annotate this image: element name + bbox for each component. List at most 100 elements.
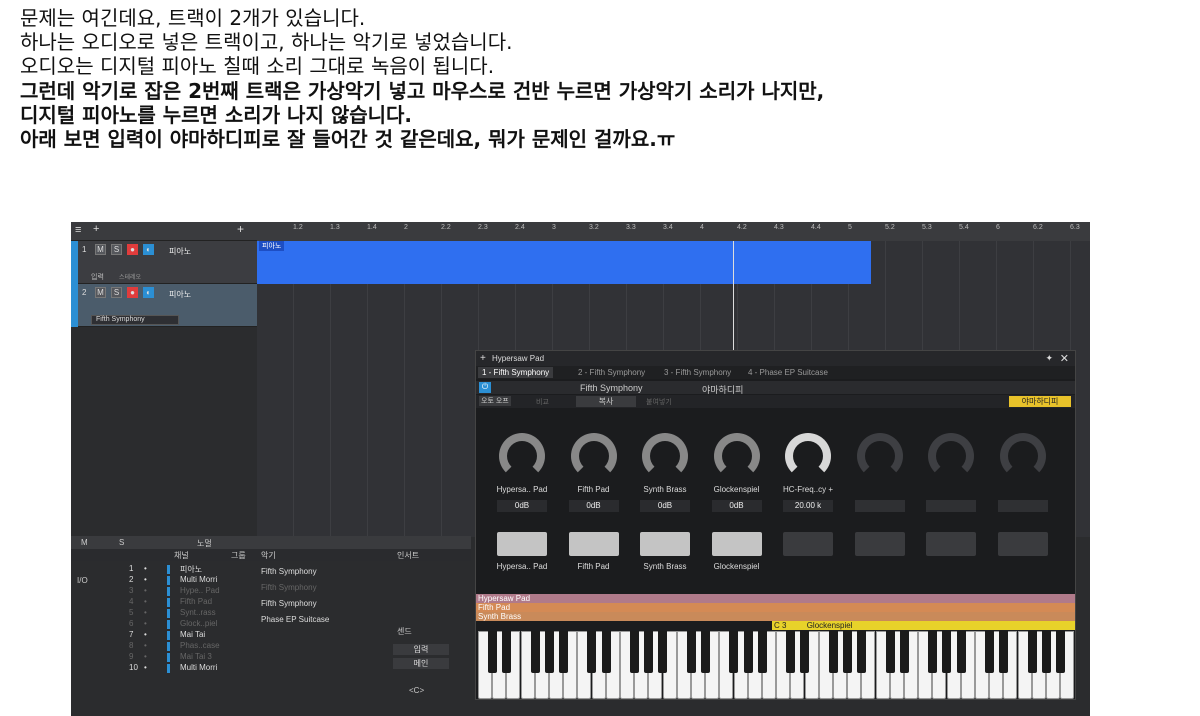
zone-3[interactable]: Synth Brass [476,612,1075,621]
black-key[interactable] [942,631,952,673]
solo-button[interactable]: S [111,287,122,298]
mixer-channel-row[interactable]: 4 • Fifth Pad [111,597,256,608]
plugin-tab-4[interactable]: 4 - Phase EP Suitcase [744,367,832,378]
add-track-icon[interactable]: + [93,223,99,235]
knob-value[interactable]: 0dB [497,500,547,512]
mixer-channel-row[interactable]: 7 • Mai Tai [111,630,256,641]
io-label[interactable]: I/O [77,576,88,585]
black-key[interactable] [928,631,938,673]
black-key[interactable] [857,631,867,673]
macro-pad[interactable] [854,532,905,556]
black-key[interactable] [843,631,852,673]
plugin-tab-2[interactable]: 2 - Fifth Symphony [574,367,649,378]
mixer-channel-row[interactable]: 3 • Hype.. Pad [111,586,256,597]
copy-button[interactable]: 복사 [576,396,636,407]
macro-knob[interactable] [713,433,760,479]
zone-1[interactable]: Hypersaw Pad [476,594,1075,603]
black-key[interactable] [885,631,895,673]
macro-pad[interactable] [497,532,547,556]
add-icon[interactable]: + [237,222,244,236]
mixer-s-label[interactable]: S [119,538,124,547]
track-input-label[interactable]: 입력 [91,272,104,282]
zone-4[interactable]: C 3 Glockenspiel [772,621,1075,630]
audio-clip[interactable]: 피아노 [257,241,871,284]
black-key[interactable] [743,631,753,673]
black-key[interactable] [601,631,611,673]
black-key[interactable] [729,631,739,673]
black-key[interactable] [502,631,512,673]
macro-pad[interactable] [926,532,976,556]
auto-off-button[interactable]: 오토 오프 [479,396,511,406]
plus-icon[interactable]: + [480,353,486,364]
mixer-channel-row[interactable]: 10 • Multi Morri [111,663,256,674]
instrument-select[interactable]: Fifth Symphony [91,315,179,325]
black-key[interactable] [757,631,767,673]
black-key[interactable] [701,631,710,673]
knob-value[interactable]: 20.00 k [783,500,833,512]
black-key[interactable] [587,631,597,673]
mixer-channel-row[interactable]: 2 • Multi Morri [111,575,256,586]
macro-knob[interactable] [999,433,1046,479]
macro-pad[interactable] [640,532,690,556]
macro-knob[interactable] [856,433,903,479]
macro-knob[interactable] [570,433,617,479]
plugin-tab-3[interactable]: 3 - Fifth Symphony [660,367,735,378]
black-key[interactable] [828,631,838,673]
black-key[interactable] [899,631,909,673]
black-key[interactable] [530,631,540,673]
knob-value[interactable] [854,500,905,512]
track-2[interactable]: 2 M S ● ◐ 피아노 Fifth Symphony [71,284,257,327]
track-name[interactable]: 피아노 [169,289,191,300]
macro-pad[interactable] [568,532,619,556]
macro-pad[interactable] [997,532,1048,556]
close-icon[interactable]: ✕ [1060,352,1069,365]
knob-value[interactable]: 0dB [568,500,619,512]
macro-knob[interactable] [499,433,545,479]
black-key[interactable] [488,631,497,673]
record-button[interactable]: ● [127,287,138,298]
normal-label[interactable]: 노멀 [197,538,212,549]
mixer-channel-row[interactable]: 1 • 피아노 [111,564,256,575]
menu-icon[interactable]: ≡ [75,224,81,236]
black-key[interactable] [559,631,568,673]
black-key[interactable] [658,631,668,673]
track-1[interactable]: 1 M S ● ◐ 피아노 입력 스테레오 [71,241,257,284]
timeline-ruler[interactable]: 1.2 1.3 1.4 2 2.2 2.3 2.4 3 3.2 3.3 3.4 4 4.2 4.3 4.4 5… [257,222,1090,241]
macro-knob[interactable] [928,433,974,479]
knob-value[interactable]: 0dB [711,500,762,512]
record-button[interactable]: ● [127,244,138,255]
black-key[interactable] [1027,631,1037,673]
knob-value[interactable] [926,500,976,512]
plugin-tab-1[interactable]: 1 - Fifth Symphony [478,367,554,378]
compare-button[interactable]: 비교 [536,397,549,407]
pan-readout[interactable]: <C> [409,686,424,695]
black-key[interactable] [956,631,966,673]
main-button[interactable]: 메인 [393,658,449,669]
mixer-channel-row[interactable]: 9 • Mai Tai 3 [111,652,256,663]
knob-value[interactable]: 0dB [640,500,690,512]
mute-button[interactable]: M [95,244,106,255]
track-name[interactable]: 피아노 [169,246,191,257]
black-key[interactable] [686,631,696,673]
instrument-row[interactable]: Fifth Symphony [257,580,383,595]
preset-select[interactable]: Fifth Symphony [580,383,643,393]
black-key[interactable] [1041,631,1051,673]
paste-button[interactable]: 붙여넣기 [646,397,672,407]
black-key[interactable] [786,631,796,673]
macro-knob[interactable] [642,433,688,479]
black-key[interactable] [644,631,654,673]
mixer-channel-row[interactable]: 8 • Phas..case [111,641,256,652]
macro-knob[interactable] [785,433,831,479]
instrument-row[interactable]: Fifth Symphony [257,564,383,579]
monitor-button[interactable]: ◐ [143,287,154,298]
mixer-channel-row[interactable]: 5 • Synt..rass [111,608,256,619]
instrument-row[interactable]: Fifth Symphony [257,596,383,611]
pin-icon[interactable]: ✦ [1045,353,1053,364]
monitor-button[interactable]: ◐ [143,244,154,255]
black-key[interactable] [999,631,1009,673]
black-key[interactable] [1056,631,1065,673]
macro-pad[interactable] [783,532,833,556]
macro-pad[interactable] [711,532,762,556]
mute-button[interactable]: M [95,287,106,298]
mixer-m-label[interactable]: M [81,538,88,547]
